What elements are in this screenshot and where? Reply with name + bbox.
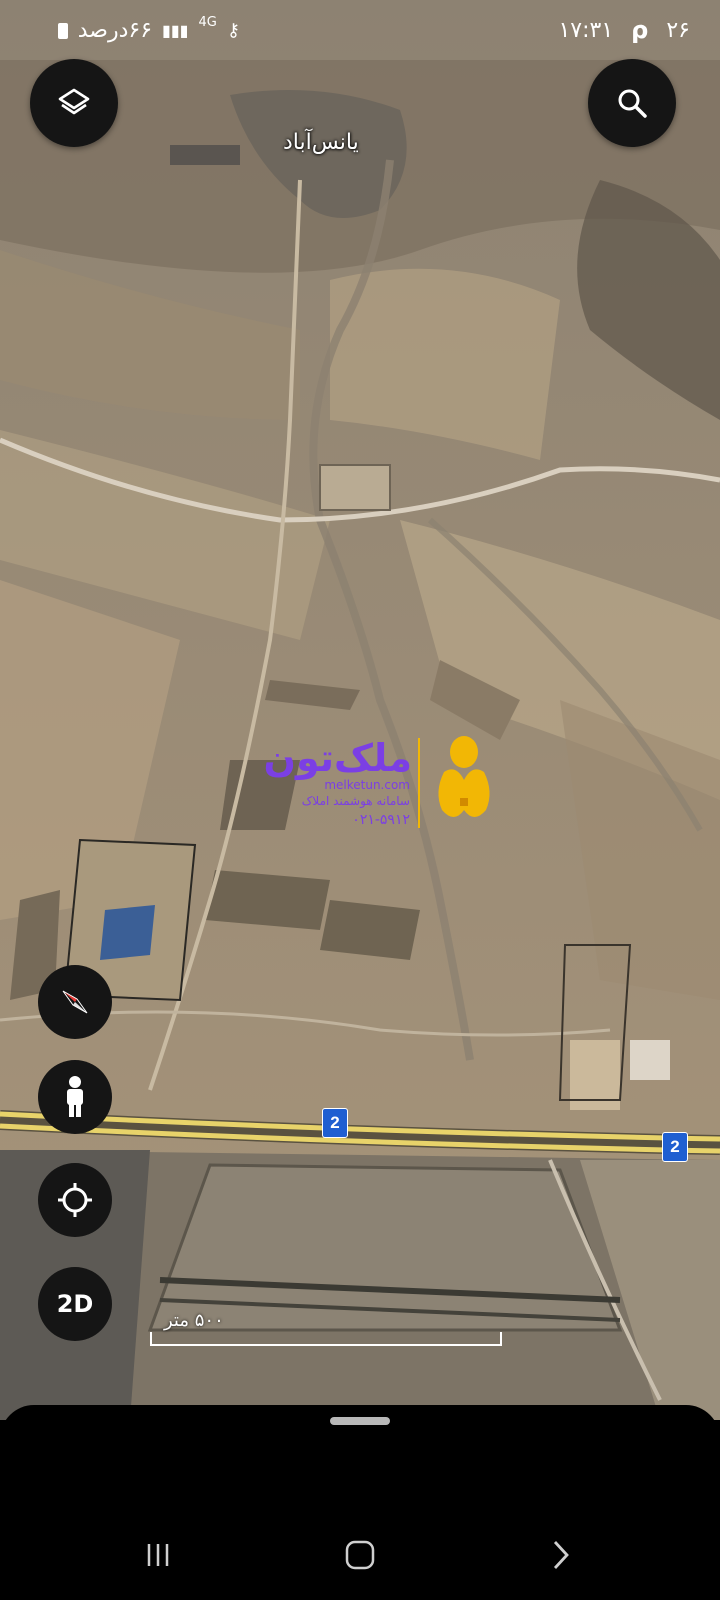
home-icon (345, 1540, 375, 1570)
key-icon: ⚷ (226, 20, 240, 41)
location-icon (58, 1183, 92, 1217)
road-shield: 2 (322, 1108, 348, 1138)
status-bar: ۱۷:۳۱ ρ ۲۶ ⚷ 4G ▮▮▮ ۶۶درصد (0, 0, 720, 60)
watermark-url: melketun.com (324, 778, 410, 792)
status-right: ۱۷:۳۱ ρ ۲۶ (558, 16, 690, 44)
system-nav-bar (0, 1510, 720, 1600)
signal-icon: ▮▮▮ (162, 21, 189, 40)
sheet-drag-handle[interactable] (330, 1417, 390, 1425)
street-view-button[interactable] (38, 1060, 112, 1134)
notification-icon: ρ (631, 16, 649, 44)
village-label[interactable]: یانس‌آباد (283, 130, 359, 155)
back-button[interactable] (530, 1530, 590, 1580)
chevron-right-icon (553, 1541, 569, 1569)
network-type: 4G (198, 15, 217, 30)
watermark-logo (438, 736, 490, 817)
recents-icon (147, 1544, 169, 1566)
view-mode-label: 2D (56, 1290, 94, 1318)
compass-button[interactable] (38, 965, 112, 1039)
layers-button[interactable] (30, 59, 118, 147)
search-icon (618, 89, 647, 118)
search-button[interactable] (588, 59, 676, 147)
compass-icon (62, 990, 88, 1014)
scale-bar: ۵۰۰ متر (150, 1310, 502, 1346)
scale-label: ۵۰۰ متر (164, 1310, 224, 1331)
bottom-sheet[interactable] (0, 1405, 720, 1511)
home-button[interactable] (330, 1530, 390, 1580)
recents-button[interactable] (128, 1530, 188, 1580)
watermark-tagline: سامانه هوشمند املاک (301, 794, 410, 808)
my-location-button[interactable] (38, 1163, 112, 1237)
battery-icon (57, 22, 68, 39)
watermark-brand: ملک‌تون (263, 736, 412, 780)
scale-line (150, 1332, 502, 1346)
watermark-phone: ۰۲۱-۵۹۱۲ (352, 812, 410, 828)
status-time: ۱۷:۳۱ (558, 17, 614, 43)
person-icon (67, 1076, 83, 1117)
watermark-divider (418, 738, 420, 828)
status-left: ⚷ 4G ▮▮▮ ۶۶درصد (57, 15, 240, 43)
battery-text: ۶۶درصد (77, 18, 153, 43)
road-shield: 2 (662, 1132, 688, 1162)
view-mode-button[interactable]: 2D (38, 1267, 112, 1341)
layers-icon (58, 88, 90, 115)
notification-count: ۲۶ (666, 17, 690, 43)
